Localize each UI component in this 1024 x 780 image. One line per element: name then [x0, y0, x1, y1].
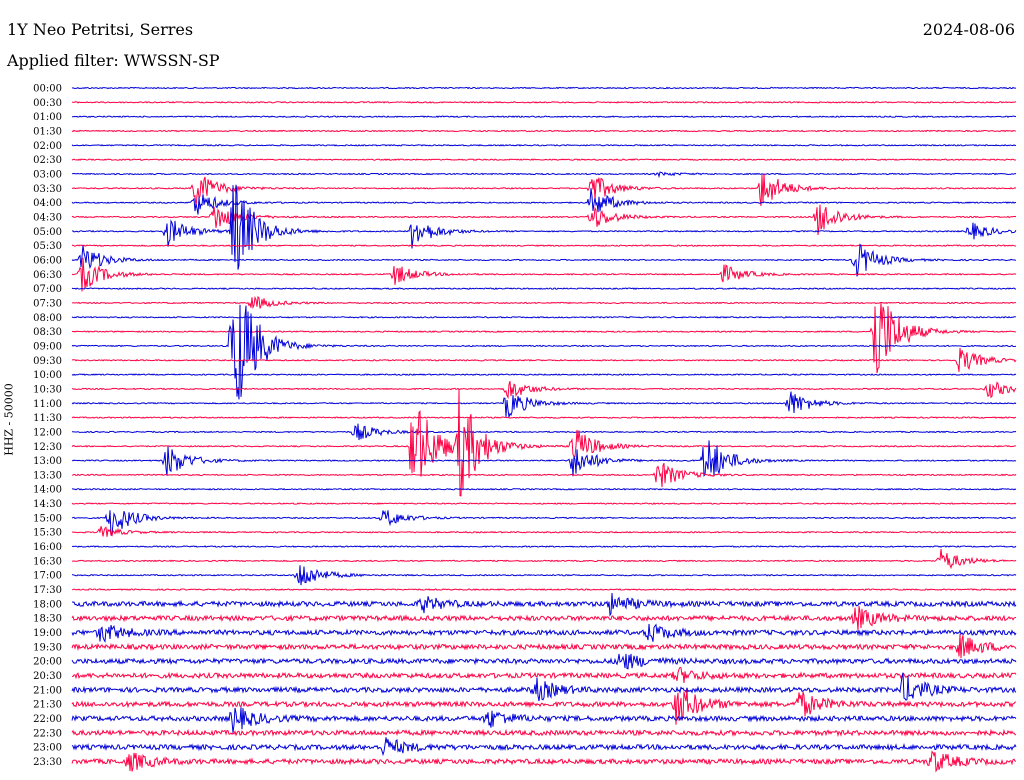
row-tick-label: 21:30 — [33, 700, 62, 711]
row-tick-label: 08:00 — [33, 313, 62, 324]
row-tick-label: 10:00 — [33, 370, 62, 381]
trace-1230 — [71, 388, 1017, 497]
trace-1630 — [71, 549, 1017, 570]
trace-2000 — [71, 653, 1017, 670]
row-tick-labels: 00:00 00:30 01:00 01:30 02:00 02:30 03:00 03:30… — [33, 84, 62, 769]
row-tick-label: 10:30 — [33, 384, 62, 395]
trace-0000 — [71, 86, 1017, 90]
row-tick-label: 07:00 — [33, 284, 62, 295]
row-tick-label: 02:00 — [33, 141, 62, 152]
trace-2030 — [71, 667, 1017, 683]
row-tick-label: 14:30 — [33, 499, 62, 510]
trace-0100 — [71, 115, 1017, 118]
row-tick-label: 08:30 — [33, 327, 62, 338]
row-tick-label: 05:30 — [33, 241, 62, 252]
trace-2200 — [71, 707, 1017, 733]
trace-1600 — [72, 545, 1017, 548]
row-tick-label: 06:00 — [33, 255, 62, 266]
row-tick-label: 19:30 — [33, 642, 62, 653]
trace-2300 — [71, 737, 1017, 757]
trace-2230 — [71, 728, 1017, 738]
trace-0500 — [71, 184, 1017, 270]
trace-1130 — [71, 416, 1017, 419]
row-tick-label: 06:30 — [33, 270, 62, 281]
row-tick-label: 03:00 — [33, 169, 62, 180]
trace-1030 — [71, 381, 1017, 400]
row-tick-label: 16:30 — [33, 556, 62, 567]
row-tick-label: 18:30 — [33, 614, 62, 625]
trace-0130 — [71, 129, 1017, 133]
row-tick-label: 09:30 — [33, 356, 62, 367]
row-tick-label: 20:30 — [33, 671, 62, 682]
seismogram-plot: 00:00 00:30 01:00 01:30 02:00 02:30 03:00 03:30… — [33, 84, 1017, 773]
trace-0730 — [71, 295, 1017, 310]
trace-0300 — [71, 171, 1017, 179]
row-tick-label: 11:00 — [33, 399, 62, 410]
trace-0530 — [71, 244, 1017, 247]
trace-1900 — [71, 623, 1017, 644]
trace-1200 — [71, 423, 1017, 441]
row-tick-label: 17:00 — [33, 571, 62, 582]
row-tick-label: 18:00 — [33, 599, 62, 610]
trace-1500 — [71, 510, 1017, 536]
row-tick-label: 23:30 — [33, 757, 62, 768]
row-tick-label: 03:30 — [33, 184, 62, 195]
trace-1530 — [71, 526, 1017, 537]
trace-0700 — [71, 287, 1017, 290]
row-tick-label: 20:00 — [33, 657, 62, 668]
trace-1830 — [71, 606, 1017, 631]
row-tick-label: 19:00 — [33, 628, 62, 639]
row-tick-label: 02:30 — [33, 155, 62, 166]
trace-1730 — [71, 588, 1017, 591]
row-tick-label: 12:00 — [33, 427, 62, 438]
trace-0630 — [71, 257, 1017, 292]
row-tick-label: 09:00 — [33, 341, 62, 352]
row-tick-label: 00:00 — [33, 84, 62, 95]
row-tick-label: 12:30 — [33, 442, 62, 453]
row-tick-label: 23:00 — [33, 743, 62, 754]
row-tick-label: 00:30 — [33, 98, 62, 109]
trace-1400 — [71, 487, 1017, 491]
trace-1700 — [71, 565, 1017, 586]
row-tick-label: 04:30 — [33, 212, 62, 223]
row-tick-label: 14:00 — [33, 485, 62, 496]
trace-0200 — [71, 144, 1017, 147]
row-tick-label: 15:00 — [33, 513, 62, 524]
trace-1430 — [71, 502, 1017, 505]
row-tick-label: 13:00 — [33, 456, 62, 467]
row-tick-label: 07:30 — [33, 298, 62, 309]
row-tick-label: 17:30 — [33, 585, 62, 596]
trace-1000 — [71, 373, 1017, 376]
row-tick-label: 04:00 — [33, 198, 62, 209]
trace-1330 — [71, 462, 1017, 488]
row-tick-label: 22:30 — [33, 728, 62, 739]
trace-0230 — [71, 158, 1017, 161]
trace-0600 — [71, 243, 1017, 277]
trace-2330 — [71, 750, 1017, 773]
trace-1930 — [71, 634, 1017, 659]
row-tick-label: 11:30 — [33, 413, 62, 424]
row-tick-label: 13:30 — [33, 470, 62, 481]
trace-0830 — [71, 302, 1017, 374]
row-tick-label: 15:30 — [33, 528, 62, 539]
row-tick-label: 21:00 — [33, 685, 62, 696]
trace-0030 — [71, 101, 1017, 104]
trace-lines — [71, 86, 1017, 773]
row-tick-label: 16:00 — [33, 542, 62, 553]
row-tick-label: 22:00 — [33, 714, 62, 725]
trace-1800 — [71, 593, 1017, 617]
trace-1100 — [71, 391, 1017, 418]
row-tick-label: 05:00 — [33, 227, 62, 238]
row-tick-label: 01:30 — [33, 126, 62, 137]
row-tick-label: 01:00 — [33, 112, 62, 123]
